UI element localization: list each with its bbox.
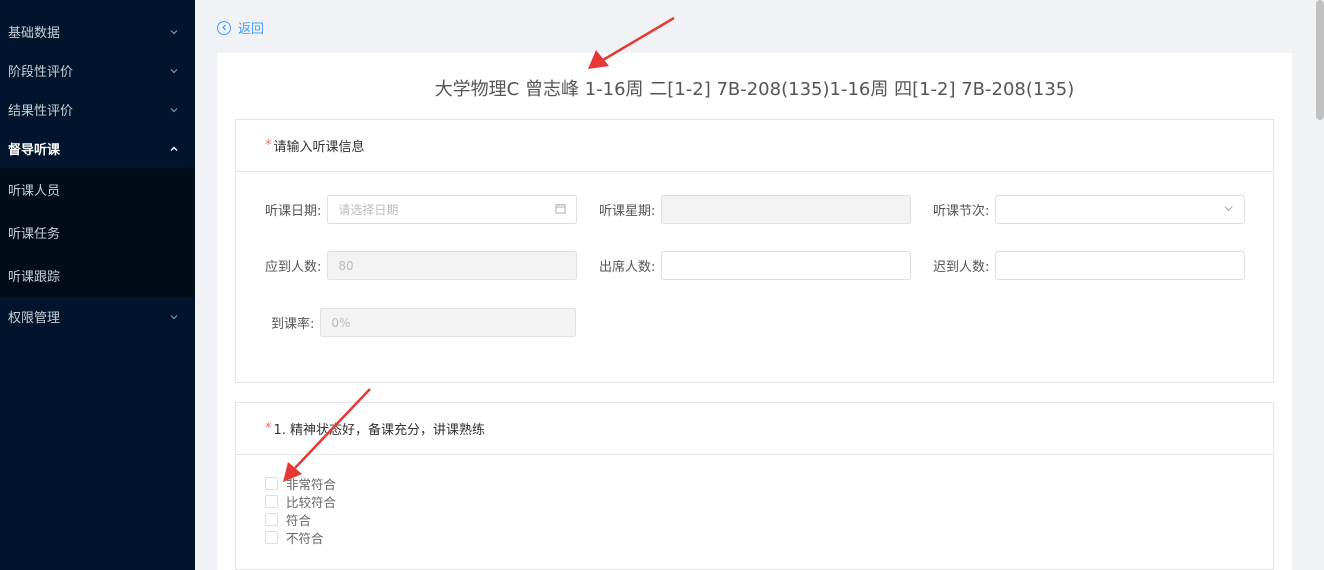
field-period: 听课节次: [933, 195, 1246, 224]
sidebar-subitem-attendees[interactable]: 听课人员 [0, 168, 195, 211]
page-title: 大学物理C 曾志峰 1-16周 二[1-2] 7B-208(135)1-16周 … [434, 79, 1075, 100]
sidebar-item-supervision[interactable]: 督导听课 [0, 129, 195, 168]
option-label: 非常符合 [286, 476, 337, 492]
field-label: 听课日期: [265, 204, 322, 219]
field-label: 出席人数: [599, 260, 656, 275]
rate-value: 0% [331, 315, 351, 330]
chevron-down-icon [1223, 203, 1234, 217]
info-panel-title: 请输入听课信息 [273, 140, 365, 155]
present-input[interactable] [661, 251, 912, 280]
expected-value: 80 [338, 258, 354, 273]
option-label: 符合 [286, 512, 312, 528]
field-late: 迟到人数: [933, 251, 1246, 280]
weekday-input [661, 195, 912, 224]
checkbox-box[interactable] [265, 476, 278, 490]
chevron-down-icon [169, 66, 179, 76]
sidebar: 基础数据 阶段性评价 结果性评价 督导听课 听课人员 听课任务 听课跟踪 权限管… [0, 0, 195, 570]
question-title: 1. 精神状态好，备课充分，讲课熟练 [273, 423, 486, 438]
chevron-down-icon [169, 27, 179, 37]
sidebar-item-label: 权限管理 [8, 311, 61, 326]
back-label: 返回 [238, 22, 265, 37]
back-link[interactable]: 返回 [217, 18, 264, 37]
chevron-up-icon [169, 144, 179, 154]
back-arrow-icon [217, 20, 231, 35]
field-rate: 到课率: 0% [271, 308, 577, 337]
sidebar-item-label: 基础数据 [8, 26, 61, 41]
main-content: 返回 大学物理C 曾志峰 1-16周 二[1-2] 7B-208(135)1-1… [195, 0, 1324, 570]
required-mark: * [265, 138, 272, 153]
rate-input: 0% [320, 308, 577, 337]
sidebar-item-label: 结果性评价 [8, 104, 74, 119]
question-panel-header: * 1. 精神状态好，备课充分，讲课熟练 [236, 403, 1273, 455]
field-expected: 应到人数: 80 [265, 251, 578, 280]
info-panel-header: * 请输入听课信息 [236, 120, 1273, 172]
chevron-down-icon [169, 105, 179, 115]
option-label: 不符合 [286, 530, 324, 546]
sidebar-subitem-label: 听课跟踪 [8, 270, 61, 285]
date-placeholder: 请选择日期 [338, 203, 399, 217]
scrollbar[interactable] [1314, 0, 1324, 570]
field-label: 应到人数: [265, 260, 322, 275]
field-label: 听课星期: [599, 204, 656, 219]
sidebar-submenu: 听课人员 听课任务 听课跟踪 [0, 168, 195, 297]
sidebar-subitem-tasks[interactable]: 听课任务 [0, 211, 195, 254]
option-label: 比较符合 [286, 494, 337, 510]
sidebar-subitem-label: 听课任务 [8, 227, 61, 242]
sidebar-item-label: 督导听课 [8, 143, 61, 158]
field-label: 迟到人数: [933, 260, 990, 275]
option-checkbox[interactable]: 不符合 [265, 528, 336, 546]
period-select[interactable] [995, 195, 1246, 224]
late-input[interactable] [995, 251, 1246, 280]
date-input[interactable]: 请选择日期 [327, 195, 578, 224]
field-present: 出席人数: [599, 251, 912, 280]
option-checkbox[interactable]: 符合 [265, 510, 336, 528]
option-checkbox[interactable]: 比较符合 [265, 492, 336, 510]
content-card: 大学物理C 曾志峰 1-16周 二[1-2] 7B-208(135)1-16周 … [217, 53, 1292, 570]
sidebar-item-label: 阶段性评价 [8, 65, 74, 80]
checkbox-box[interactable] [265, 494, 278, 508]
field-date: 听课日期: 请选择日期 [265, 195, 578, 224]
calendar-icon [555, 203, 566, 217]
field-label: 到课率: [271, 317, 315, 332]
field-label: 听课节次: [933, 204, 990, 219]
info-panel: * 请输入听课信息 听课日期: 请选择日期 听课星期: 听课节次: 应到人数: … [235, 119, 1274, 383]
scrollbar-thumb[interactable] [1316, 0, 1324, 120]
sidebar-item-basic-data[interactable]: 基础数据 [0, 12, 195, 51]
option-checkbox[interactable]: 非常符合 [265, 474, 336, 492]
sidebar-item-stage-evaluation[interactable]: 阶段性评价 [0, 51, 195, 90]
option-list: 非常符合 比较符合 符合 不符合 [265, 474, 336, 546]
checkbox-box[interactable] [265, 512, 278, 526]
sidebar-subitem-tracking[interactable]: 听课跟踪 [0, 254, 195, 297]
sidebar-subitem-label: 听课人员 [8, 184, 61, 199]
sidebar-item-result-evaluation[interactable]: 结果性评价 [0, 90, 195, 129]
required-mark: * [265, 421, 272, 436]
checkbox-box[interactable] [265, 530, 278, 544]
chevron-down-icon [169, 312, 179, 322]
sidebar-item-permissions[interactable]: 权限管理 [0, 297, 195, 336]
question-panel: * 1. 精神状态好，备课充分，讲课熟练 非常符合 比较符合 符合 不符合 [235, 402, 1274, 570]
field-weekday: 听课星期: [599, 195, 912, 224]
expected-input: 80 [327, 251, 578, 280]
